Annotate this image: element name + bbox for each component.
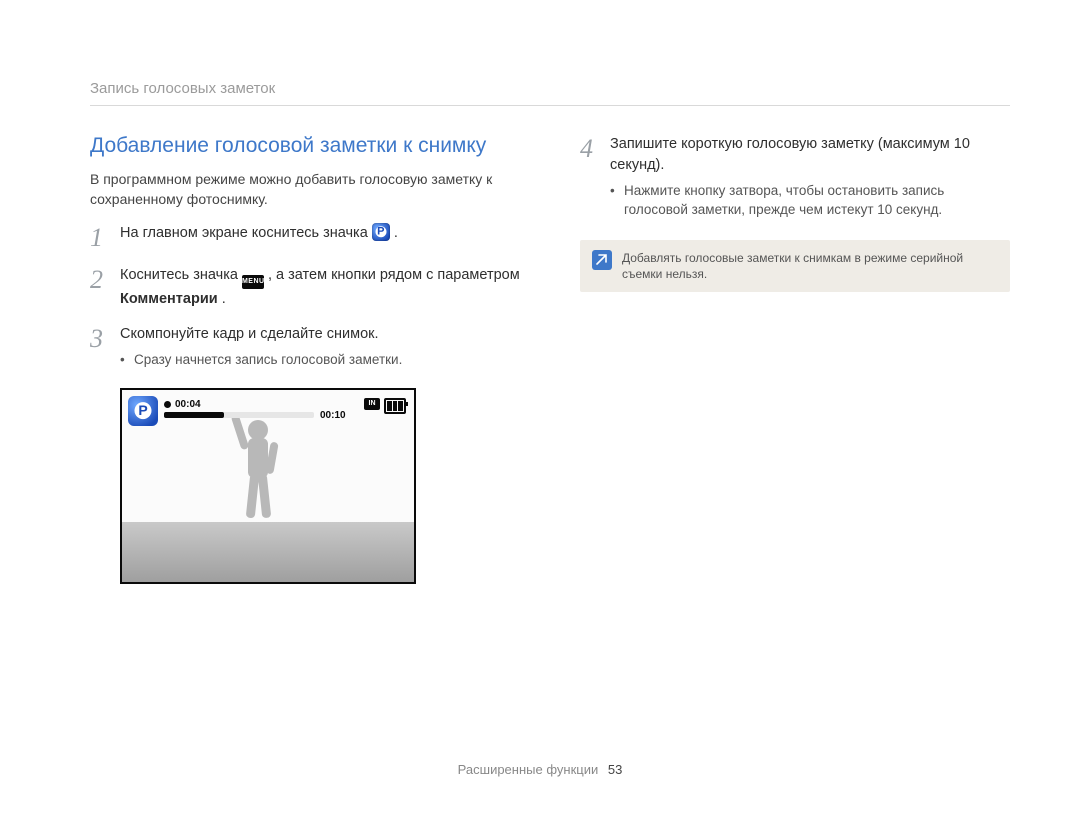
step-4-bullets: Нажмите кнопку затвора, чтобы остановить… xyxy=(610,176,1010,220)
content-columns: Добавление голосовой заметки к снимку В … xyxy=(90,128,1010,584)
step-1-body: На главном экране коснитесь значка . xyxy=(120,223,520,251)
preview-elapsed: 00:04 xyxy=(175,399,201,410)
step-4-text: Запишите короткую голосовую заметку (мак… xyxy=(610,136,970,173)
footer-label: Расширенные функции xyxy=(458,762,599,777)
step-1-text-before: На главном экране коснитесь значка xyxy=(120,225,372,241)
step-2: 2 Коснитесь значка MENU , а затем кнопки… xyxy=(90,265,520,310)
step-2-text-mid: , а затем кнопки рядом с параметром xyxy=(268,267,520,283)
step-number: 4 xyxy=(580,134,610,224)
step-2-text-after: . xyxy=(222,291,226,307)
note-icon xyxy=(592,250,612,270)
camera-preview: 00:04 00:10 IN xyxy=(120,388,416,584)
preview-total: 00:10 xyxy=(320,410,346,421)
program-mode-icon xyxy=(372,223,390,241)
preview-program-icon xyxy=(128,396,158,426)
step-4-body: Запишите короткую голосовую заметку (мак… xyxy=(610,134,1010,224)
step-2-body: Коснитесь значка MENU , а затем кнопки р… xyxy=(120,265,520,310)
step-3-body: Скомпонуйте кадр и сделайте снимок. Сраз… xyxy=(120,324,520,374)
step-3-text: Скомпонуйте кадр и сделайте снимок. xyxy=(120,326,379,342)
record-dot-icon xyxy=(164,401,171,408)
left-column: Добавление голосовой заметки к снимку В … xyxy=(90,128,520,584)
step-1: 1 На главном экране коснитесь значка . xyxy=(90,223,520,251)
preview-person-silhouette xyxy=(218,416,298,524)
step-number: 3 xyxy=(90,324,120,374)
intro-text: В программном режиме можно добавить голо… xyxy=(90,170,520,209)
battery-icon xyxy=(384,398,406,414)
bullet-item: Сразу начнется запись голосовой заметки. xyxy=(120,351,520,370)
step-1-text-after: . xyxy=(394,225,398,241)
step-number: 1 xyxy=(90,223,120,251)
memory-icon: IN xyxy=(364,398,380,410)
preview-progress-bar xyxy=(164,412,314,418)
preview-ground xyxy=(122,522,414,582)
step-4: 4 Запишите короткую голосовую заметку (м… xyxy=(580,134,1010,224)
right-column: 4 Запишите короткую голосовую заметку (м… xyxy=(580,128,1010,584)
footer-page-number: 53 xyxy=(608,762,622,777)
page-footer: Расширенные функции 53 xyxy=(0,762,1080,777)
note-box: Добавлять голосовые заметки к снимкам в … xyxy=(580,240,1010,292)
step-2-text-before: Коснитесь значка xyxy=(120,267,242,283)
steps-list-left: 1 На главном экране коснитесь значка . 2… xyxy=(90,223,520,374)
preview-status-icons: IN xyxy=(364,398,406,414)
menu-icon: MENU xyxy=(242,275,264,289)
step-2-bold: Комментарии xyxy=(120,291,218,307)
progress-fill xyxy=(164,412,224,418)
step-3-bullets: Сразу начнется запись голосовой заметки. xyxy=(120,345,520,370)
step-3: 3 Скомпонуйте кадр и сделайте снимок. Ср… xyxy=(90,324,520,374)
bullet-item: Нажмите кнопку затвора, чтобы остановить… xyxy=(610,182,1010,220)
note-text: Добавлять голосовые заметки к снимкам в … xyxy=(622,250,998,282)
steps-list-right: 4 Запишите короткую голосовую заметку (м… xyxy=(580,134,1010,224)
manual-page: Запись голосовых заметок Добавление голо… xyxy=(0,0,1080,815)
page-title: Добавление голосовой заметки к снимку xyxy=(90,134,520,158)
preview-recording-indicator: 00:04 xyxy=(164,399,201,410)
step-number: 2 xyxy=(90,265,120,310)
section-header: Запись голосовых заметок xyxy=(90,80,1010,106)
